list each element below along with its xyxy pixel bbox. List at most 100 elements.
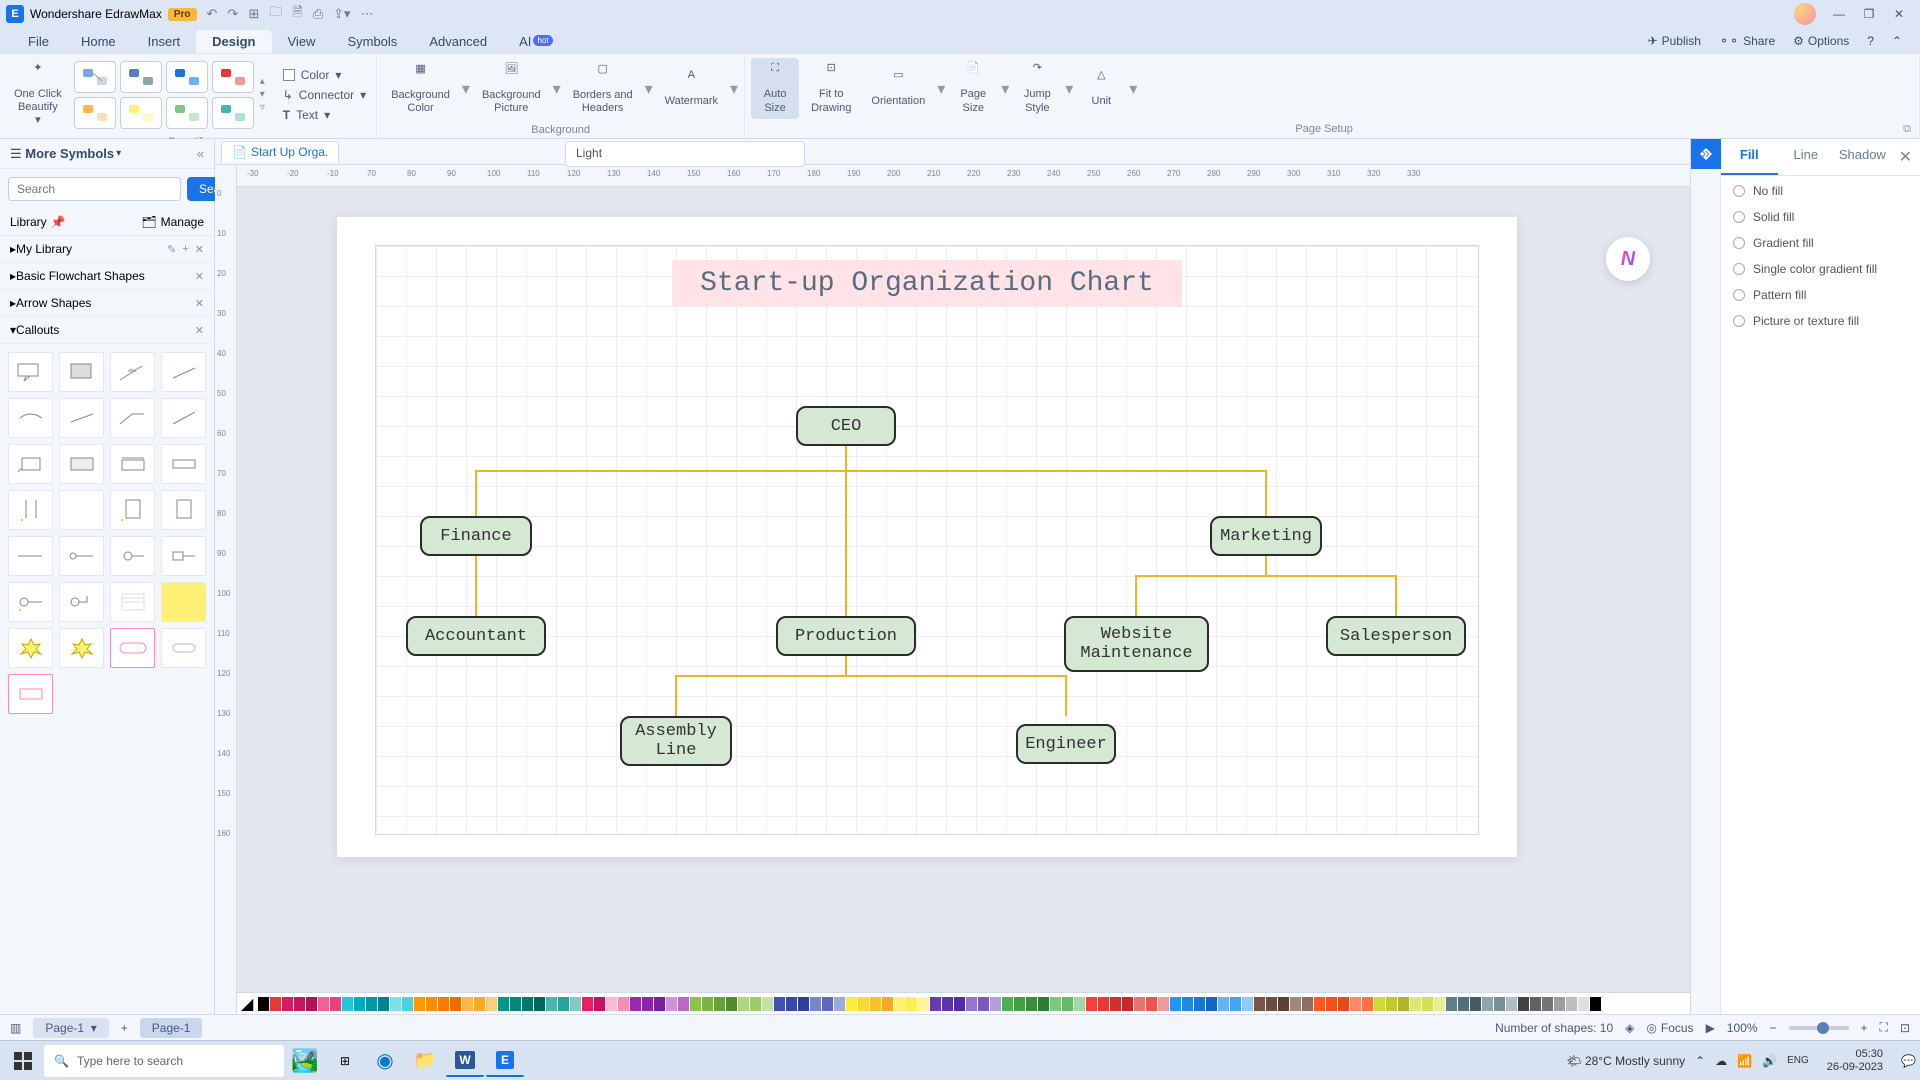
theme-expand[interactable]: ▿ xyxy=(260,102,265,113)
menu-file[interactable]: File xyxy=(12,30,65,53)
color-swatch[interactable] xyxy=(450,997,461,1011)
color-swatch[interactable] xyxy=(930,997,941,1011)
color-swatch[interactable] xyxy=(1302,997,1313,1011)
document-tab[interactable]: 📄Start Up Orga. xyxy=(221,141,339,162)
color-swatch[interactable] xyxy=(1278,997,1289,1011)
presentation-button[interactable]: ▶ xyxy=(1706,1021,1715,1035)
background-picture-button[interactable]: 🖼Background Picture xyxy=(474,59,549,119)
open-button[interactable]: 🗀 xyxy=(269,3,282,25)
taskbar-search[interactable]: 🔍Type here to search xyxy=(44,1045,284,1077)
start-button[interactable] xyxy=(4,1045,42,1077)
language-indicator[interactable]: ENG xyxy=(1787,1055,1809,1066)
theme-style-7[interactable] xyxy=(166,97,208,129)
fill-option-picture[interactable]: Picture or texture fill xyxy=(1733,314,1908,328)
color-swatch[interactable] xyxy=(1350,997,1361,1011)
callout-shape[interactable] xyxy=(110,490,155,530)
color-swatch[interactable] xyxy=(582,997,593,1011)
color-swatch[interactable] xyxy=(954,997,965,1011)
color-swatch[interactable] xyxy=(810,997,821,1011)
callout-shape[interactable] xyxy=(8,582,53,622)
color-swatch[interactable] xyxy=(594,997,605,1011)
text-dropdown[interactable]: TText ▾ xyxy=(279,106,370,124)
manage-button[interactable]: 🗂Manage xyxy=(141,215,204,229)
color-swatch[interactable] xyxy=(1110,997,1121,1011)
menu-symbols[interactable]: Symbols xyxy=(331,30,413,53)
borders-headers-button[interactable]: ▢Borders and Headers xyxy=(565,59,641,119)
callout-shape[interactable] xyxy=(161,490,206,530)
publish-button[interactable]: ✈Publish xyxy=(1648,34,1701,48)
color-swatch[interactable] xyxy=(1038,997,1049,1011)
color-swatch[interactable] xyxy=(1518,997,1529,1011)
node-website[interactable]: Website Maintenance xyxy=(1064,616,1209,672)
page-tab[interactable]: Page-1 xyxy=(140,1018,203,1038)
color-swatch[interactable] xyxy=(1218,997,1229,1011)
color-swatch[interactable] xyxy=(1086,997,1097,1011)
callout-shape[interactable] xyxy=(8,536,53,576)
theme-style-2[interactable] xyxy=(120,61,162,93)
page-size-button[interactable]: 📄Page Size xyxy=(949,58,997,118)
color-swatch[interactable] xyxy=(1542,997,1553,1011)
color-swatch[interactable] xyxy=(774,997,785,1011)
color-swatch[interactable] xyxy=(1590,997,1601,1011)
color-swatch[interactable] xyxy=(1062,997,1073,1011)
color-swatch[interactable] xyxy=(366,997,377,1011)
color-swatch[interactable] xyxy=(666,997,677,1011)
node-finance[interactable]: Finance xyxy=(420,516,532,556)
print-button[interactable]: ⎙ xyxy=(313,6,323,22)
save-button[interactable]: 🗎 xyxy=(292,3,302,25)
theme-scroll-up[interactable]: ▴ xyxy=(260,76,265,87)
menu-advanced[interactable]: Advanced xyxy=(413,30,503,53)
color-swatch[interactable] xyxy=(354,997,365,1011)
volume-icon[interactable]: 🔊 xyxy=(1762,1054,1777,1068)
connector-dropdown[interactable]: ↳Connector ▾ xyxy=(279,86,370,104)
color-swatch[interactable] xyxy=(1074,997,1085,1011)
color-swatch[interactable] xyxy=(1446,997,1457,1011)
color-swatch[interactable] xyxy=(378,997,389,1011)
canvas[interactable]: Start-up Organization Chart xyxy=(237,187,1690,992)
color-swatch[interactable] xyxy=(1170,997,1181,1011)
node-engineer[interactable]: Engineer xyxy=(1016,724,1116,764)
color-swatch[interactable] xyxy=(834,997,845,1011)
help-button[interactable]: ? xyxy=(1867,34,1874,48)
color-swatch[interactable] xyxy=(282,997,293,1011)
color-swatch[interactable] xyxy=(426,997,437,1011)
chart-title[interactable]: Start-up Organization Chart xyxy=(672,260,1182,307)
color-swatch[interactable] xyxy=(702,997,713,1011)
zoom-slider[interactable] xyxy=(1789,1026,1849,1030)
fit-page-button[interactable]: ⛶ xyxy=(1880,1020,1888,1035)
color-swatch[interactable] xyxy=(1206,997,1217,1011)
fill-option-pattern[interactable]: Pattern fill xyxy=(1733,288,1908,302)
color-swatch[interactable] xyxy=(294,997,305,1011)
callout-shape[interactable] xyxy=(110,444,155,484)
callout-shape[interactable] xyxy=(59,352,104,392)
theme-style-1[interactable] xyxy=(74,61,116,93)
fullscreen-button[interactable]: ⊡ xyxy=(1900,1021,1910,1035)
export-button[interactable]: ⇪▾ xyxy=(333,6,350,22)
close-button[interactable]: ✕ xyxy=(1884,7,1914,21)
close-panel-button[interactable]: ✕ xyxy=(1891,139,1920,175)
color-swatch[interactable] xyxy=(1578,997,1589,1011)
color-swatch[interactable] xyxy=(1386,997,1397,1011)
callout-shape[interactable] xyxy=(8,398,53,438)
color-swatch[interactable] xyxy=(894,997,905,1011)
color-swatch[interactable] xyxy=(858,997,869,1011)
auto-size-button[interactable]: ⛶Auto Size xyxy=(751,58,799,118)
zoom-in-button[interactable]: + xyxy=(1861,1021,1868,1035)
color-swatch[interactable] xyxy=(1002,997,1013,1011)
category-callouts[interactable]: ▾ Callouts✕ xyxy=(0,317,214,344)
callout-shape-burst[interactable] xyxy=(59,628,104,668)
color-swatch[interactable] xyxy=(546,997,557,1011)
add-page-button[interactable]: + xyxy=(121,1021,128,1035)
color-dropdown[interactable]: Color ▾ xyxy=(279,66,370,84)
ai-assistant-button[interactable]: N xyxy=(1606,237,1650,281)
fill-option-single-gradient[interactable]: Single color gradient fill xyxy=(1733,262,1908,276)
search-input[interactable] xyxy=(8,177,181,201)
page-layout-icon[interactable]: ▥ xyxy=(10,1021,21,1035)
more-button[interactable]: ⋯ xyxy=(361,6,374,22)
theme-style-5[interactable] xyxy=(74,97,116,129)
callout-shape[interactable] xyxy=(59,490,104,530)
callout-shape-burst[interactable] xyxy=(8,628,53,668)
color-swatch[interactable] xyxy=(402,997,413,1011)
color-swatch[interactable] xyxy=(1470,997,1481,1011)
tab-fill[interactable]: Fill xyxy=(1721,139,1778,175)
